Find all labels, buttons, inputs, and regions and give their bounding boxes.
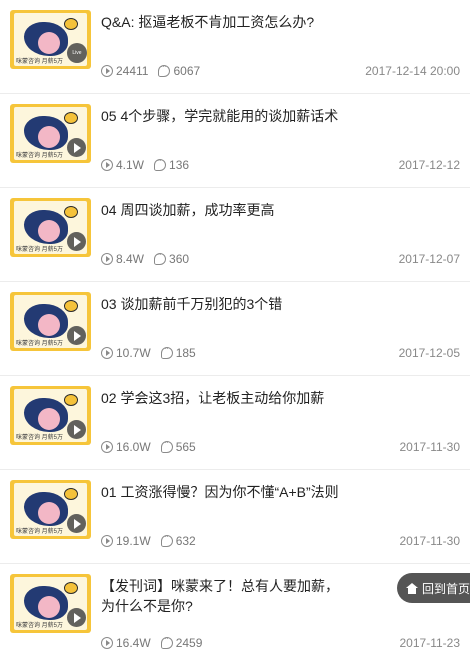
item-title[interactable]: 04 周四谈加薪，成功率更高 xyxy=(101,200,451,220)
play-count: 10.7W xyxy=(116,346,151,360)
thumbnail[interactable]: 咪蒙咨询 月薪5万 xyxy=(10,480,91,539)
play-icon[interactable] xyxy=(67,232,86,251)
comment-count: 185 xyxy=(175,346,196,360)
thumbnail[interactable]: 咪蒙咨询 月薪5万 xyxy=(10,198,91,257)
thumbnail-label: 咪蒙咨询 月薪5万 xyxy=(16,623,64,629)
play-count-icon xyxy=(101,637,113,649)
play-count: 4.1W xyxy=(116,158,145,172)
item-title[interactable]: 02 学会这3招，让老板主动给你加薪 xyxy=(101,388,451,408)
thumbnail-label: 咪蒙咨询 月薪5万 xyxy=(16,341,64,347)
play-count: 8.4W xyxy=(116,252,145,266)
play-count-icon xyxy=(101,253,113,265)
list-item[interactable]: 咪蒙咨询 月薪5万 01 工资涨得慢？因为你不懂“A+B”法则 19.1W 63… xyxy=(0,470,470,564)
comment-count: 565 xyxy=(175,440,196,454)
list-item[interactable]: 咪蒙咨询 月薪5万 04 周四谈加薪，成功率更高 8.4W 360 2017-1… xyxy=(0,188,470,282)
play-count: 19.1W xyxy=(116,534,151,548)
play-icon[interactable] xyxy=(67,420,86,439)
back-to-home-button[interactable]: 回到首页 xyxy=(397,573,470,603)
play-count: 16.4W xyxy=(116,636,151,650)
item-meta: 4.1W 136 xyxy=(101,156,199,172)
item-meta: 8.4W 360 xyxy=(101,250,199,266)
play-count-icon xyxy=(101,159,113,171)
comment-icon xyxy=(160,532,173,547)
item-date: 2017-12-12 xyxy=(398,158,460,172)
play-count-icon xyxy=(101,441,113,453)
item-date: 2017-12-05 xyxy=(398,346,460,360)
course-list: 咪蒙咨询 月薪5万 Live Q&A: 抠逼老板不肯加工资怎么办? 24411 … xyxy=(0,0,470,665)
thumbnail-label: 咪蒙咨询 月薪5万 xyxy=(16,529,64,535)
item-title[interactable]: Q&A: 抠逼老板不肯加工资怎么办? xyxy=(101,12,451,32)
item-date: 2017-12-14 20:00 xyxy=(365,64,460,78)
thumbnail[interactable]: 咪蒙咨询 月薪5万 xyxy=(10,104,91,163)
item-meta: 16.0W 565 xyxy=(101,438,206,454)
play-icon[interactable] xyxy=(67,138,86,157)
thumbnail[interactable]: 咪蒙咨询 月薪5万 xyxy=(10,292,91,351)
play-count: 16.0W xyxy=(116,440,151,454)
list-item[interactable]: 咪蒙咨询 月薪5万 02 学会这3招，让老板主动给你加薪 16.0W 565 2… xyxy=(0,376,470,470)
list-item[interactable]: 咪蒙咨询 月薪5万 03 谈加薪前千万别犯的3个错 10.7W 185 2017… xyxy=(0,282,470,376)
thumbnail-label: 咪蒙咨询 月薪5万 xyxy=(16,153,64,159)
play-icon[interactable] xyxy=(67,608,86,627)
thumbnail[interactable]: 咪蒙咨询 月薪5万 xyxy=(10,386,91,445)
play-count: 24411 xyxy=(116,64,149,78)
comment-count: 632 xyxy=(175,534,196,548)
item-meta: 24411 6067 xyxy=(101,62,210,78)
list-item[interactable]: 咪蒙咨询 月薪5万 Live Q&A: 抠逼老板不肯加工资怎么办? 24411 … xyxy=(0,0,470,94)
comment-icon xyxy=(160,344,173,359)
comment-icon xyxy=(160,438,173,453)
list-item[interactable]: 咪蒙咨询 月薪5万 05 4个步骤，学完就能用的谈加薪话术 4.1W 136 2… xyxy=(0,94,470,188)
back-to-home-label: 回到首页 xyxy=(422,581,470,596)
item-title[interactable]: 01 工资涨得慢？因为你不懂“A+B”法则 xyxy=(101,482,451,502)
comment-icon xyxy=(154,250,167,265)
item-title[interactable]: 【发刊词】咪蒙来了！总有人要加薪，为什么不是你? xyxy=(101,576,341,616)
play-count-icon xyxy=(101,535,113,547)
play-icon[interactable] xyxy=(67,326,86,345)
thumbnail-label: 咪蒙咨询 月薪5万 xyxy=(16,435,64,441)
play-icon[interactable] xyxy=(67,514,86,533)
item-meta: 16.4W 2459 xyxy=(101,634,212,650)
item-date: 2017-11-23 xyxy=(399,636,461,650)
comment-icon xyxy=(160,634,173,649)
play-count-icon xyxy=(101,65,113,77)
thumbnail-label: 咪蒙咨询 月薪5万 xyxy=(16,59,64,65)
play-count-icon xyxy=(101,347,113,359)
item-meta: 19.1W 632 xyxy=(101,532,206,548)
comment-count: 136 xyxy=(169,158,190,172)
item-date: 2017-12-07 xyxy=(398,252,460,266)
live-badge-icon: Live xyxy=(67,43,87,63)
thumbnail-label: 咪蒙咨询 月薪5万 xyxy=(16,247,64,253)
comment-icon xyxy=(158,62,171,77)
home-icon xyxy=(406,582,418,594)
comment-count: 360 xyxy=(169,252,190,266)
thumbnail[interactable]: 咪蒙咨询 月薪5万 xyxy=(10,574,91,633)
item-date: 2017-11-30 xyxy=(399,440,461,454)
thumbnail[interactable]: 咪蒙咨询 月薪5万 Live xyxy=(10,10,91,69)
comment-count: 6067 xyxy=(173,64,201,78)
item-date: 2017-11-30 xyxy=(399,534,461,548)
item-meta: 10.7W 185 xyxy=(101,344,206,360)
item-title[interactable]: 05 4个步骤，学完就能用的谈加薪话术 xyxy=(101,106,451,126)
item-title[interactable]: 03 谈加薪前千万别犯的3个错 xyxy=(101,294,451,314)
comment-icon xyxy=(154,156,167,171)
comment-count: 2459 xyxy=(175,636,203,650)
